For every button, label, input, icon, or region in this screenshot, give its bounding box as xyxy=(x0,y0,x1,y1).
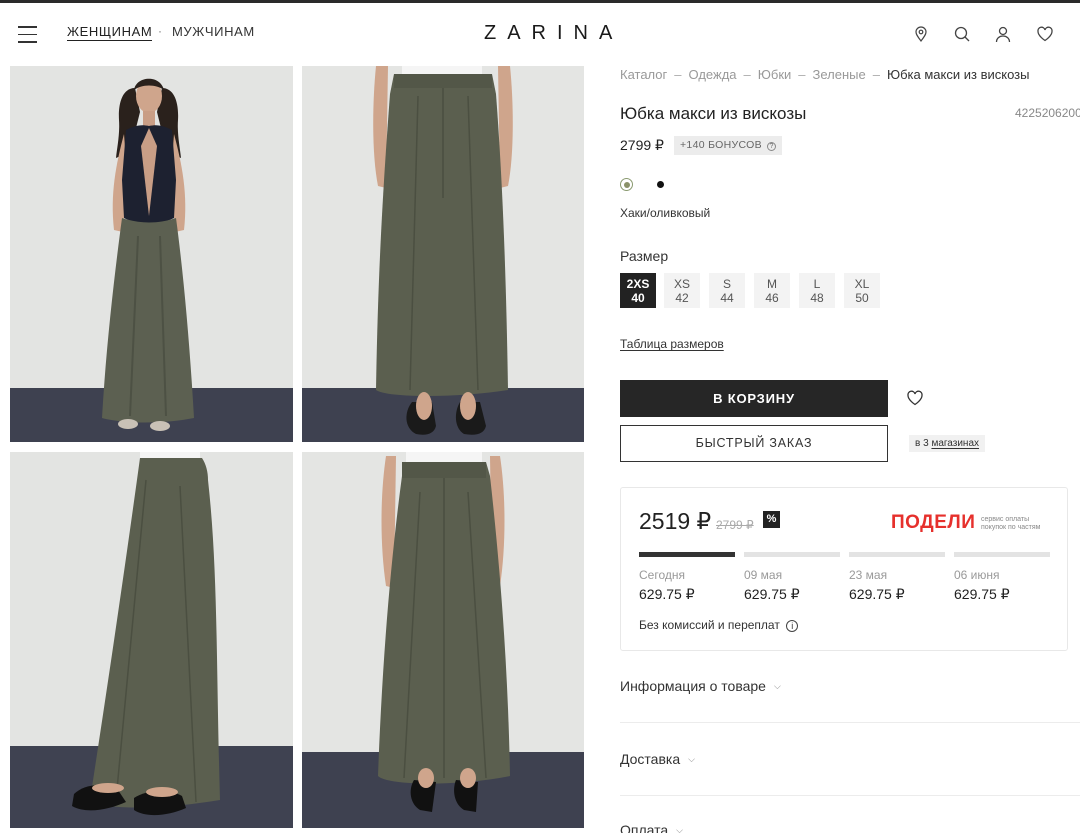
size-option-s[interactable]: S 44 xyxy=(709,273,745,308)
installment-note: Без комиссий и переплат i xyxy=(639,618,799,632)
payment-progress-bar xyxy=(954,552,1050,557)
stores-availability[interactable]: в 3 магазинах xyxy=(909,435,986,452)
nav-men[interactable]: МУЖЧИНАМ xyxy=(172,24,255,39)
info-icon[interactable]: i xyxy=(786,620,799,632)
bonus-badge[interactable]: +140 БОНУСОВ ? xyxy=(674,136,783,155)
accordion-product-info[interactable]: Информация о товаре ⌵ xyxy=(620,678,781,694)
product-photo-model[interactable] xyxy=(10,66,293,442)
product-photo-side[interactable] xyxy=(10,452,293,828)
product-photo-back[interactable] xyxy=(302,452,584,828)
size-label: Размер xyxy=(620,248,669,264)
breadcrumb-item[interactable]: Юбки xyxy=(758,67,792,82)
size-option-2xs[interactable]: 2XS 40 xyxy=(620,273,656,308)
location-pin-icon[interactable] xyxy=(912,25,930,43)
payment-date: 09 мая xyxy=(744,568,783,582)
divider xyxy=(620,722,1080,723)
size-table-link[interactable]: Таблица размеров xyxy=(620,337,724,351)
color-name: Хаки/оливковый xyxy=(620,206,711,220)
color-swatch-olive[interactable] xyxy=(620,178,633,191)
product-sku: 4225206200 xyxy=(1015,106,1080,120)
breadcrumb-item[interactable]: Зеленые xyxy=(813,67,866,82)
podeli-tagline: сервис оплаты покупок по частям xyxy=(981,516,1041,531)
bonus-label: +140 БОНУСОВ xyxy=(680,139,762,151)
breadcrumb: Каталог – Одежда – Юбки – Зеленые – Юбка макси и… xyxy=(620,67,1030,82)
payment-amount: 629.75 ₽ xyxy=(639,586,695,602)
payment-date: 23 мая xyxy=(849,568,888,582)
add-to-cart-button[interactable]: В КОРЗИНУ xyxy=(620,380,888,417)
payment-date: Сегодня xyxy=(639,568,685,582)
search-icon[interactable] xyxy=(953,25,971,43)
accordion-payment[interactable]: Оплата ⌵ xyxy=(620,822,683,833)
divider xyxy=(620,795,1080,796)
payment-date: 06 июня xyxy=(954,568,1000,582)
stores-link[interactable]: магазинах xyxy=(931,438,979,449)
size-option-m[interactable]: M 46 xyxy=(754,273,790,308)
info-icon[interactable]: ? xyxy=(767,142,777,151)
site-logo[interactable]: ZARINA xyxy=(484,22,623,45)
old-price: 2799 ₽ xyxy=(716,518,754,532)
payment-amount: 629.75 ₽ xyxy=(744,586,800,602)
breadcrumb-current: Юбка макси из вискозы xyxy=(886,67,1030,82)
payment-amount: 629.75 ₽ xyxy=(954,586,1010,602)
heart-icon[interactable] xyxy=(1036,25,1054,43)
size-option-l[interactable]: L 48 xyxy=(799,273,835,308)
podeli-logo: ПОДЕЛИ xyxy=(891,512,976,533)
payment-amount: 629.75 ₽ xyxy=(849,586,905,602)
chevron-down-icon: ⌵ xyxy=(688,754,695,764)
menu-icon[interactable] xyxy=(18,26,37,43)
color-swatch-black[interactable] xyxy=(657,181,664,188)
chevron-down-icon: ⌵ xyxy=(676,825,683,833)
accordion-delivery[interactable]: Доставка ⌵ xyxy=(620,751,695,767)
payment-progress-bar xyxy=(639,552,735,557)
breadcrumb-item[interactable]: Каталог xyxy=(620,67,667,82)
user-icon[interactable] xyxy=(994,25,1012,43)
payment-progress-bar xyxy=(744,552,840,557)
product-price: 2799 ₽ xyxy=(620,137,664,153)
chevron-down-icon: ⌵ xyxy=(773,681,781,691)
product-title: Юбка макси из вискозы xyxy=(620,104,807,123)
breadcrumb-item[interactable]: Одежда xyxy=(689,67,737,82)
size-option-xl[interactable]: XL 50 xyxy=(844,273,880,308)
installment-card: 2519 ₽ 2799 ₽ % ПОДЕЛИ сервис оплаты пок… xyxy=(620,487,1068,651)
installment-price: 2519 ₽ xyxy=(639,508,712,534)
size-option-xs[interactable]: XS 42 xyxy=(664,273,700,308)
favorite-heart-icon[interactable] xyxy=(906,389,924,407)
site-header: ЖЕНЩИНАМ · МУЖЧИНАМ ZARINA xyxy=(0,3,1080,63)
quick-order-button[interactable]: БЫСТРЫЙ ЗАКАЗ xyxy=(620,425,888,462)
nav-women[interactable]: ЖЕНЩИНАМ xyxy=(67,24,153,41)
discount-badge: % xyxy=(763,511,780,528)
product-photo-front[interactable] xyxy=(302,66,584,442)
payment-progress-bar xyxy=(849,552,945,557)
nav-separator: · xyxy=(158,24,162,38)
